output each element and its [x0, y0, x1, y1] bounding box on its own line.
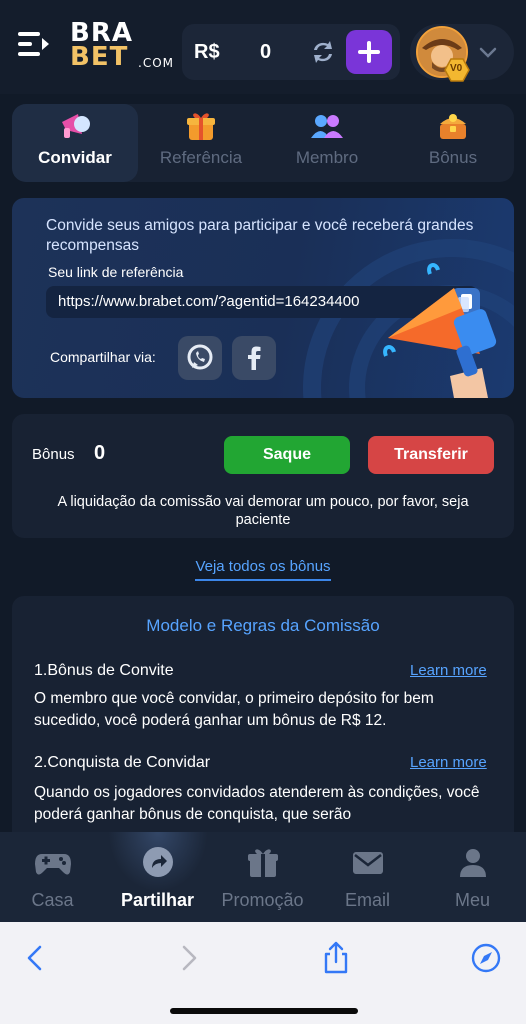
mail-icon	[353, 852, 383, 874]
bonus-value: 0	[94, 442, 106, 464]
compass-icon[interactable]	[468, 940, 504, 976]
tab-label: Bônus	[428, 148, 478, 167]
nav-meu[interactable]: Meu	[420, 832, 525, 922]
megaphone-icon	[62, 114, 90, 138]
currency-label: R$	[194, 41, 220, 63]
see-all-bonus-link[interactable]: Veja todos os bônus	[195, 558, 331, 581]
home-indicator	[170, 1008, 358, 1014]
members-icon	[311, 115, 343, 138]
bonus-label: Bônus	[32, 446, 75, 463]
logo-suffix: .COM	[138, 56, 174, 70]
bonus-card: Bônus 0 Saque Transferir A liquidação da…	[12, 414, 514, 538]
tab-referencia[interactable]: Referência	[138, 104, 264, 182]
commission-note: A liquidação da comissão vai demorar um …	[57, 494, 469, 528]
megaphone-illustration-icon	[383, 263, 497, 398]
learn-more-link[interactable]: Learn more	[410, 754, 487, 771]
nav-casa[interactable]: Casa	[0, 832, 105, 922]
nav-label: Email	[344, 890, 390, 910]
invite-message: Convide seus amigos para participar e vo…	[46, 217, 474, 254]
tab-membro[interactable]: Membro	[264, 104, 390, 182]
menu-icon[interactable]	[16, 28, 52, 60]
user-icon	[460, 849, 486, 877]
invite-card: Convide seus amigos para participar e vo…	[12, 198, 514, 398]
nav-promocao[interactable]: Promoção	[210, 832, 315, 922]
nav-label: Promoção	[221, 890, 304, 910]
share-sheet-icon[interactable]	[318, 940, 354, 976]
top-header: BRA BET .COM R$ 0 V0	[0, 0, 526, 94]
profile-menu[interactable]: V0	[410, 24, 514, 82]
nav-label: Partilhar	[120, 890, 195, 910]
referral-link-label: Seu link de referência	[48, 264, 184, 280]
deposit-plus-button[interactable]	[346, 30, 392, 74]
rule-section-body: O membro que você convidar, o primeiro d…	[34, 690, 434, 729]
nav-email[interactable]: Email	[315, 832, 420, 922]
nav-label: Meu	[454, 890, 490, 910]
vip-level: V0	[450, 63, 463, 74]
nav-label: Casa	[31, 890, 74, 910]
forward-icon[interactable]	[170, 940, 206, 976]
gamepad-icon	[35, 854, 71, 875]
plus-icon	[358, 41, 380, 63]
rule-section-title: 2.Conquista de Convidar	[34, 754, 211, 771]
whatsapp-icon	[187, 344, 213, 370]
facebook-icon	[248, 346, 261, 370]
browser-toolbar	[0, 922, 526, 1024]
withdraw-button[interactable]: Saque	[224, 436, 350, 474]
section-tabs: Convidar Referência Membro Bônus	[12, 104, 514, 182]
app-root: BRA BET .COM R$ 0 V0 Convidar Referência…	[0, 0, 526, 1024]
tab-label: Membro	[295, 148, 359, 167]
see-all-bonus-link-wrap: Veja todos os bônus	[0, 558, 526, 581]
tab-bonus[interactable]: Bônus	[390, 104, 516, 182]
tab-label: Convidar	[38, 148, 112, 167]
logo-line2: BET	[70, 42, 129, 72]
treasure-icon	[440, 114, 466, 139]
wallet-balance: R$ 0	[182, 24, 400, 80]
share-via-label: Compartilhar via:	[50, 349, 156, 365]
referral-link-url: https://www.brabet.com/?agentid=16423440…	[58, 293, 360, 310]
tab-convidar[interactable]: Convidar	[12, 104, 138, 182]
brabet-logo[interactable]: BRA BET .COM	[68, 18, 178, 74]
gift-icon	[187, 113, 215, 140]
share-icon	[143, 847, 173, 877]
share-facebook-button[interactable]	[232, 336, 276, 380]
transfer-button[interactable]: Transferir	[368, 436, 494, 474]
rule-section-title: 1.Bônus de Convite	[34, 662, 174, 679]
balance-value: 0	[260, 41, 272, 63]
nav-partilhar[interactable]: Partilhar	[105, 832, 210, 922]
share-whatsapp-button[interactable]	[178, 336, 222, 380]
rules-title: Modelo e Regras da Comissão	[146, 616, 380, 635]
back-icon[interactable]	[18, 940, 54, 976]
bottom-navigation: Casa Partilhar Promoção Email Meu	[0, 832, 526, 922]
gift-icon	[248, 849, 278, 877]
refresh-icon[interactable]	[308, 38, 338, 66]
rule-section-body: Quando os jogadores convidados atenderem…	[34, 784, 480, 823]
tab-label: Referência	[159, 148, 243, 167]
learn-more-link[interactable]: Learn more	[410, 662, 487, 679]
chevron-down-icon[interactable]	[478, 42, 498, 62]
